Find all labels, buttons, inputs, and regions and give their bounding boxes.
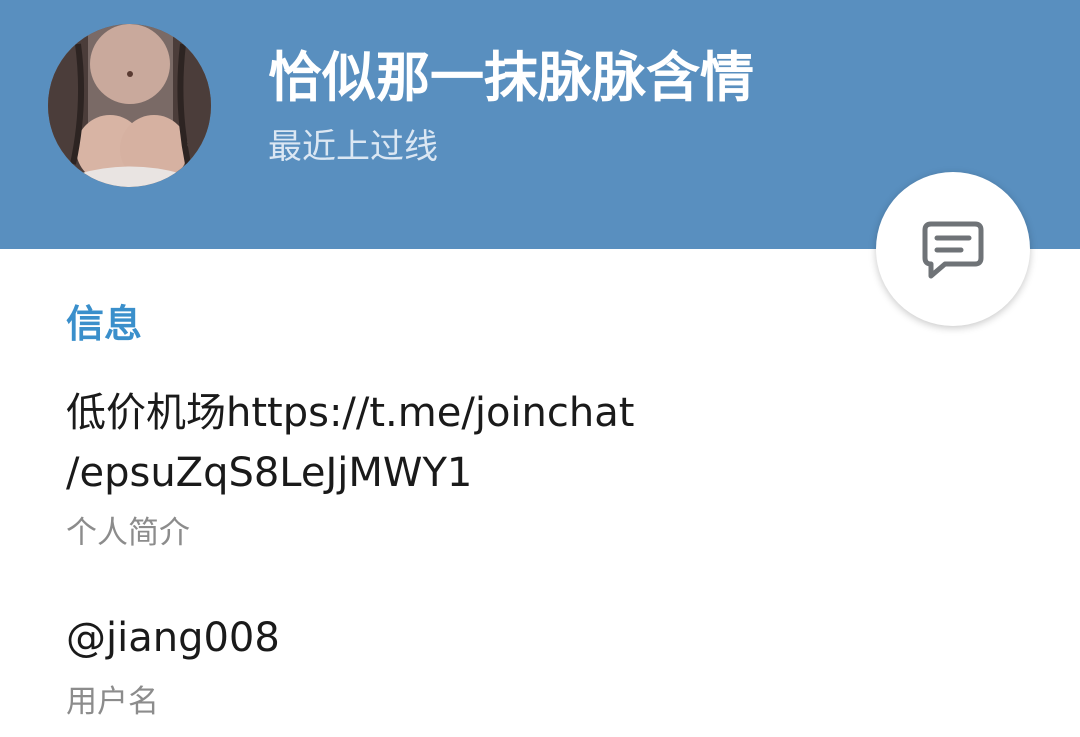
profile-page: 恰似那一抹脉脉含情 最近上过线 信息 低价机场https://t.me/join…	[0, 0, 1080, 737]
bio-line-1[interactable]: 低价机场https://t.me/joinchat	[66, 383, 1026, 443]
profile-name: 恰似那一抹脉脉含情	[268, 46, 754, 109]
avatar[interactable]	[48, 24, 211, 187]
username-caption: 用户名	[66, 684, 159, 720]
bio-text[interactable]: 低价机场https://t.me/joinchat /epsuZqS8LeJjM…	[66, 383, 1026, 503]
send-message-button[interactable]	[876, 172, 1030, 326]
message-icon	[922, 221, 984, 279]
avatar-photo	[48, 24, 211, 187]
bio-line-2[interactable]: /epsuZqS8LeJjMWY1	[66, 443, 1026, 503]
bio-caption: 个人简介	[66, 515, 190, 551]
last-seen-status: 最近上过线	[268, 127, 438, 167]
username-value[interactable]: @jiang008	[66, 608, 280, 668]
info-section-title: 信息	[66, 302, 143, 346]
